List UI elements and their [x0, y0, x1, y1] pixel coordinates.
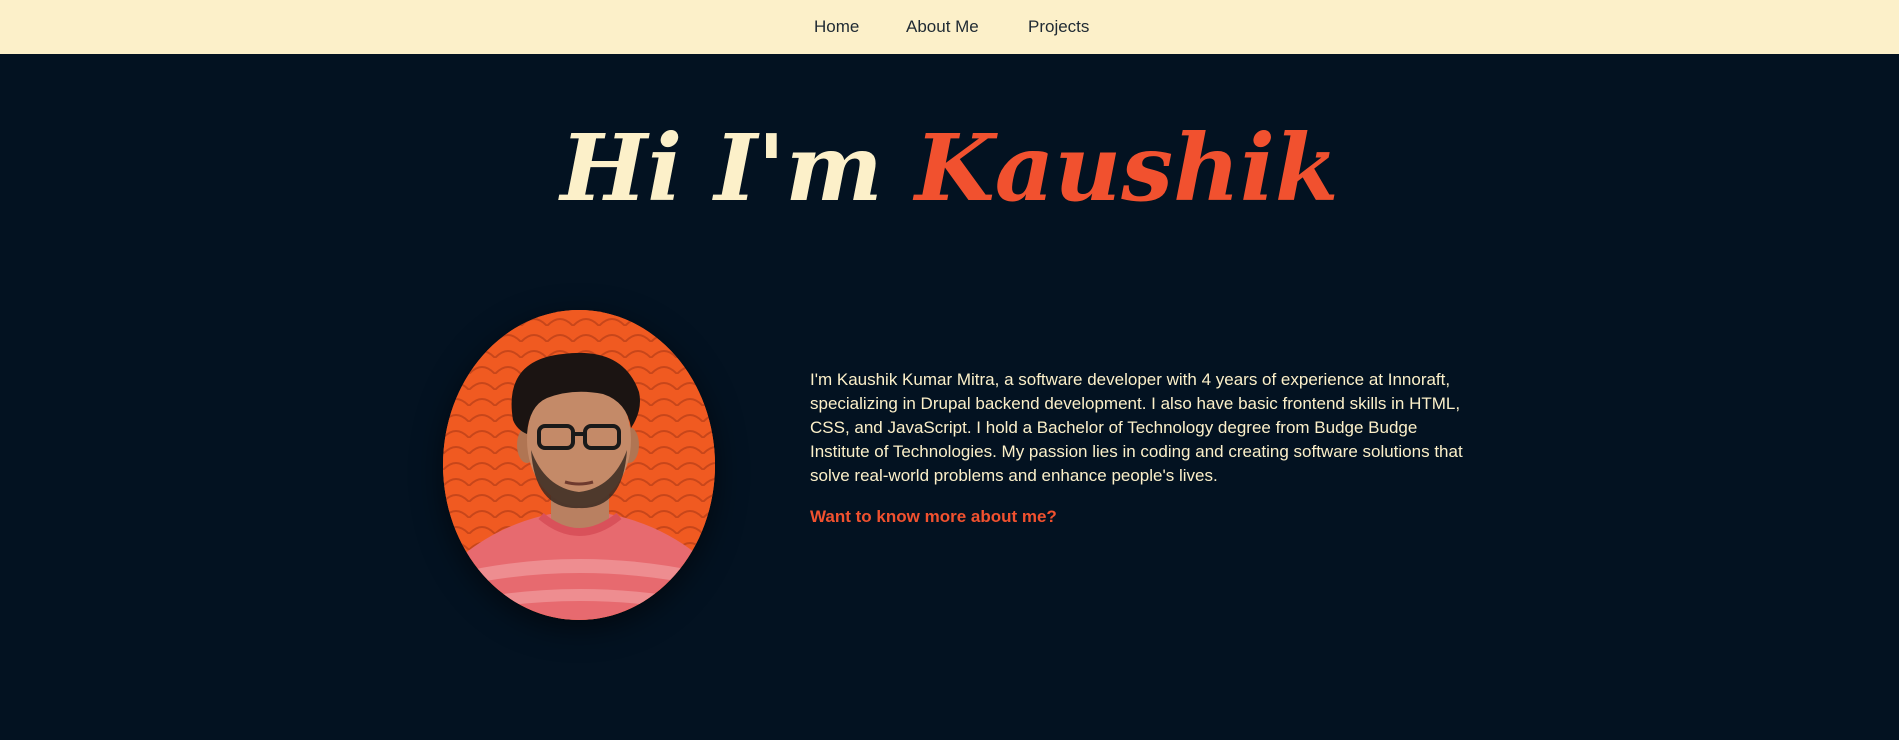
nav-link-projects[interactable]: Projects [1028, 0, 1089, 54]
know-more-link[interactable]: Want to know more about me? [810, 505, 1057, 529]
hero-title: Hi I'm Kaushik [0, 108, 1899, 228]
about-description: I'm Kaushik Kumar Mitra, a software deve… [810, 370, 1463, 485]
profile-portrait-illustration [443, 310, 715, 620]
hero-name: Kaushik [914, 114, 1339, 222]
hero-greeting: Hi I'm [560, 114, 883, 222]
nav-link-home[interactable]: Home [814, 0, 859, 54]
top-navigation: Home About Me Projects [0, 0, 1899, 54]
nav-link-about-me[interactable]: About Me [906, 0, 979, 54]
profile-photo [443, 310, 715, 620]
